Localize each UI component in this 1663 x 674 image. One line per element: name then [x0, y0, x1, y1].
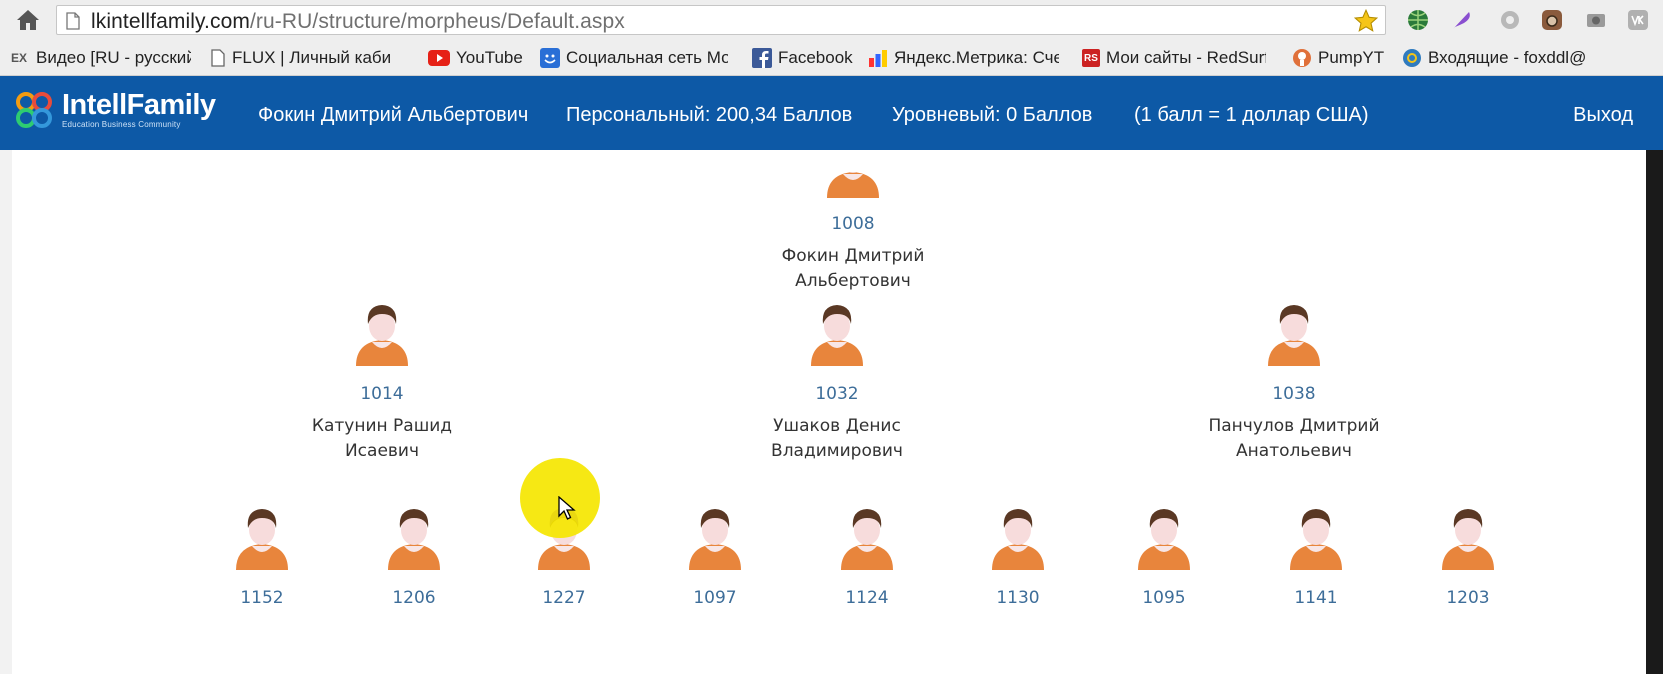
- gear-extension-button[interactable]: [1496, 7, 1524, 33]
- points-rate: (1 балл = 1 доллар США): [1134, 104, 1369, 126]
- vk-extension-button[interactable]: [1624, 7, 1652, 33]
- browser-window: lkintellfamily.com/ru-RU/structure/morph…: [0, 0, 1663, 674]
- bookmark-pumpyt[interactable]: PumpYT: [1292, 46, 1384, 70]
- youtube-icon: [428, 50, 450, 66]
- member-name-line: Альбертович: [795, 271, 911, 291]
- member-name: Фокин Дмитрий Альбертович: [733, 244, 973, 294]
- url-path: /ru-RU/structure/morpheus/Default.aspx: [249, 10, 625, 33]
- gear-icon: [1501, 11, 1519, 29]
- facebook-icon: [752, 48, 772, 68]
- member-name-line: Анатольевич: [1236, 441, 1352, 461]
- site-logo[interactable]: IntellFamily Education Business Communit…: [14, 90, 216, 130]
- address-bar[interactable]: lkintellfamily.com/ru-RU/structure/morph…: [56, 5, 1386, 35]
- bookmark-social[interactable]: Социальная сеть Мо: [540, 46, 728, 70]
- feather-extension-button[interactable]: [1448, 7, 1476, 33]
- tree-node-level1: 1032 Ушаков Денис Владимирович: [717, 298, 957, 464]
- user-avatar-icon[interactable]: [1438, 502, 1498, 570]
- logo-subtitle: Education Business Community: [62, 120, 181, 129]
- user-avatar-icon[interactable]: [807, 298, 867, 366]
- camera-icon: [1587, 14, 1605, 27]
- social-icon: [540, 48, 560, 68]
- tree-node-level1: 1038 Панчулов Дмитрий Анатольевич: [1174, 298, 1414, 464]
- tree-node-level2: 1203: [1348, 502, 1588, 608]
- member-name-line: Катунин Рашид: [311, 416, 453, 436]
- home-button[interactable]: [14, 7, 42, 33]
- user-avatar-icon[interactable]: [1264, 298, 1324, 366]
- metrika-icon: [869, 50, 887, 67]
- logo-text-block: IntellFamily Education Business Communit…: [62, 89, 216, 130]
- member-name-line: Ушаков Денис: [773, 416, 901, 436]
- bookmark-star-icon[interactable]: [1353, 8, 1379, 34]
- bookmark-youtube[interactable]: YouTube: [428, 46, 523, 70]
- bookmarks-bar: EX Видео [RU - русский] FLUX | Личный ка…: [0, 40, 1663, 76]
- vk-icon: [1628, 10, 1648, 30]
- member-name: Панчулов Дмитрий Анатольевич: [1174, 414, 1414, 464]
- user-avatar-icon[interactable]: [1134, 502, 1194, 570]
- bookmark-label: Видео [RU - русский]: [36, 48, 191, 67]
- bookmark-flux[interactable]: FLUX | Личный кабин: [210, 46, 392, 70]
- redsurf-icon: RS: [1082, 49, 1100, 67]
- bookmark-redsurf[interactable]: RS Мои сайты - RedSurf: [1082, 46, 1266, 70]
- url-text: lkintellfamily.com/ru-RU/structure/morph…: [91, 10, 625, 34]
- feather-icon: [1453, 12, 1470, 29]
- instagram-extension-button[interactable]: [1538, 7, 1566, 33]
- bookmark-label: Социальная сеть Мо: [566, 48, 728, 67]
- member-id-link[interactable]: 1014: [262, 384, 502, 404]
- bookmark-label: Facebook: [778, 48, 853, 67]
- structure-tree: 1008 Фокин Дмитрий Альбертович 1014 Катун…: [12, 150, 1646, 674]
- user-name: Фокин Дмитрий Альбертович: [258, 104, 529, 126]
- member-id-link[interactable]: 1203: [1348, 588, 1588, 608]
- bookmark-label: FLUX | Личный кабин: [232, 48, 392, 67]
- tree-node-level1: 1014 Катунин Рашид Исаевич: [262, 298, 502, 464]
- instagram-icon: [1542, 10, 1562, 30]
- home-icon: [17, 10, 39, 30]
- level-points: Уровневый: 0 Баллов: [892, 104, 1093, 126]
- intellfamily-logo-icon: [16, 92, 52, 128]
- pumpyt-icon: [1293, 49, 1311, 67]
- bookmark-label: YouTube: [456, 48, 523, 67]
- member-name-line: Исаевич: [344, 441, 420, 461]
- member-name-line: Панчулов Дмитрий: [1208, 416, 1380, 436]
- user-avatar-icon[interactable]: [685, 502, 745, 570]
- member-name-line: Владимирович: [771, 441, 903, 461]
- bookmark-label: Входящие - foxddl@: [1428, 48, 1587, 67]
- globe-extension-button[interactable]: [1404, 7, 1432, 33]
- logo-text: IntellFamily: [62, 89, 216, 121]
- bookmark-video[interactable]: EX Видео [RU - русский]: [8, 46, 191, 70]
- bookmark-label: Мои сайты - RedSurf: [1106, 48, 1266, 67]
- ex-icon: EX: [10, 51, 27, 65]
- window-edge: [1646, 150, 1663, 674]
- user-avatar-icon[interactable]: [352, 298, 412, 366]
- user-avatar-icon[interactable]: [837, 502, 897, 570]
- bookmark-label: Яндекс.Метрика: Сче: [894, 48, 1059, 67]
- logout-link[interactable]: Выход: [1573, 104, 1633, 127]
- user-avatar-icon[interactable]: [1286, 502, 1346, 570]
- mail-icon: [1403, 49, 1421, 67]
- bookmark-metrika[interactable]: Яндекс.Метрика: Сче: [868, 46, 1059, 70]
- mouse-cursor-icon: [558, 496, 576, 520]
- page-icon: [211, 49, 225, 67]
- page-icon: [66, 12, 80, 30]
- bookmark-facebook[interactable]: Facebook: [752, 46, 853, 70]
- member-id-link[interactable]: 1008: [733, 214, 973, 234]
- user-avatar-icon[interactable]: [988, 502, 1048, 570]
- user-avatar-icon[interactable]: [823, 130, 883, 198]
- bookmark-inbox[interactable]: Входящие - foxddl@: [1402, 46, 1586, 70]
- tree-node-root: 1008 Фокин Дмитрий Альбертович: [733, 130, 973, 294]
- bookmark-label: PumpYT: [1318, 48, 1385, 67]
- member-name: Ушаков Денис Владимирович: [717, 414, 957, 464]
- toolbar: lkintellfamily.com/ru-RU/structure/morph…: [0, 0, 1663, 40]
- member-id-link[interactable]: 1038: [1174, 384, 1414, 404]
- user-avatar-icon[interactable]: [232, 502, 292, 570]
- url-host: lkintellfamily.com: [91, 10, 250, 33]
- member-name: Катунин Рашид Исаевич: [262, 414, 502, 464]
- member-id-link[interactable]: 1032: [717, 384, 957, 404]
- member-name-line: Фокин Дмитрий: [781, 246, 925, 266]
- user-avatar-icon[interactable]: [384, 502, 444, 570]
- globe-icon: [1408, 10, 1428, 30]
- camera-extension-button[interactable]: [1582, 7, 1610, 33]
- personal-points: Персональный: 200,34 Баллов: [566, 104, 853, 126]
